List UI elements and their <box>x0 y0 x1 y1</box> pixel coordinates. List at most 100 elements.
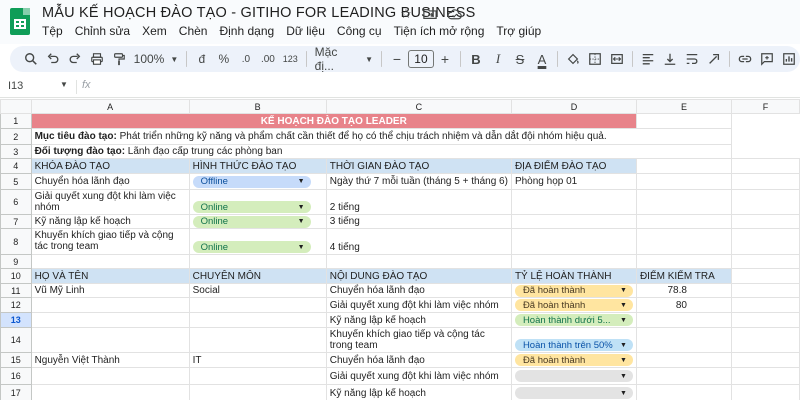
increase-decimal-button[interactable]: .00 <box>257 48 279 70</box>
cell[interactable] <box>30 297 190 313</box>
font-family-select[interactable]: Mặc đị... ▼ <box>311 45 377 73</box>
schedule-cell[interactable]: 4 tiếng <box>325 228 512 255</box>
sheet-title-cell[interactable]: KẾ HOẠCH ĐÀO TẠO LEADER <box>30 113 637 129</box>
search-menus-icon[interactable] <box>20 48 42 70</box>
menu-edit[interactable]: Chỉnh sửa <box>75 24 130 38</box>
italic-button[interactable]: I <box>487 48 509 70</box>
content-cell[interactable]: Kỹ năng lập kế hoạch <box>325 312 512 328</box>
menu-extensions[interactable]: Tiện ích mở rộng <box>394 24 485 38</box>
score-cell[interactable]: 80 <box>635 297 732 313</box>
row-header[interactable]: 5 <box>0 173 32 190</box>
cell[interactable] <box>730 214 800 229</box>
row-header[interactable]: 11 <box>0 283 32 298</box>
location-cell[interactable] <box>510 214 637 229</box>
specialty-cell[interactable]: IT <box>188 352 327 368</box>
cell[interactable] <box>635 214 732 229</box>
header-format[interactable]: HÌNH THỨC ĐÀO TẠO <box>188 158 327 174</box>
horizontal-align-icon[interactable] <box>637 48 659 70</box>
employee-name[interactable]: Vũ Mỹ Linh <box>30 283 190 298</box>
row-header[interactable]: 7 <box>0 214 32 229</box>
row-header[interactable]: 13 <box>0 312 32 328</box>
completion-cell[interactable]: Hoàn thành trên 50% ▼ <box>510 327 637 353</box>
cell[interactable] <box>325 254 512 269</box>
schedule-cell[interactable]: 2 tiếng <box>325 189 512 215</box>
row-header[interactable]: 8 <box>0 228 32 255</box>
score-cell[interactable]: 78.8 <box>635 283 732 298</box>
course-name[interactable]: Khuyến khích giao tiếp và cộng tác trong… <box>30 228 190 255</box>
content-cell[interactable]: Chuyển hóa lãnh đạo <box>325 352 512 368</box>
zoom-select[interactable]: 100% ▼ <box>130 48 182 70</box>
menu-file[interactable]: Tệp <box>42 24 63 38</box>
sheet-grid[interactable]: A B C D E F 1 KẾ HOẠCH ĐÀO TẠO LEADER 2 … <box>0 99 800 400</box>
row-header[interactable]: 3 <box>0 144 32 159</box>
cell[interactable] <box>730 312 800 328</box>
content-cell[interactable]: Khuyến khích giao tiếp và cộng tác trong… <box>325 327 512 353</box>
column-header-f[interactable]: F <box>730 99 800 114</box>
row-header[interactable]: 4 <box>0 158 32 174</box>
cell[interactable] <box>188 367 327 385</box>
completion-chip[interactable]: ▼ <box>514 370 633 382</box>
header-location[interactable]: ĐỊA ĐIỂM ĐÀO TẠO <box>510 158 637 174</box>
employee-name[interactable]: Nguyễn Việt Thành <box>30 352 190 368</box>
cloud-status-icon[interactable] <box>446 6 462 22</box>
header-score[interactable]: ĐIỂM KIỂM TRA <box>635 268 732 284</box>
location-cell[interactable]: Phòng họp 01 <box>510 173 637 190</box>
format-chip[interactable]: Online ▼ <box>192 201 311 213</box>
fill-color-icon[interactable] <box>562 48 584 70</box>
header-name[interactable]: HỌ VÀ TÊN <box>30 268 190 284</box>
header-schedule[interactable]: THỜI GIAN ĐÀO TẠO <box>325 158 512 174</box>
redo-icon[interactable] <box>64 48 86 70</box>
score-cell[interactable] <box>635 312 732 328</box>
cell[interactable] <box>30 384 190 400</box>
menu-view[interactable]: Xem <box>142 24 167 38</box>
row-header[interactable]: 14 <box>0 327 32 353</box>
text-rotation-icon[interactable] <box>703 48 725 70</box>
cell[interactable] <box>730 254 800 269</box>
course-name[interactable]: Chuyển hóa lãnh đạo <box>30 173 190 190</box>
cell[interactable] <box>730 352 800 368</box>
format-chip[interactable]: Online ▼ <box>192 241 311 253</box>
row-header[interactable]: 6 <box>0 189 32 215</box>
cell[interactable] <box>730 268 800 284</box>
cell[interactable] <box>30 254 190 269</box>
content-cell[interactable]: Giải quyết xung đột khi làm việc nhóm <box>325 297 512 313</box>
score-cell[interactable] <box>635 384 732 400</box>
header-course[interactable]: KHÓA ĐÀO TẠO <box>30 158 190 174</box>
location-cell[interactable] <box>510 228 637 255</box>
schedule-cell[interactable]: Ngày thứ 7 mỗi tuần (tháng 5 + tháng 6) <box>325 173 512 190</box>
row-header[interactable]: 10 <box>0 268 32 284</box>
text-color-button[interactable]: A <box>531 48 553 70</box>
header-completion[interactable]: TỶ LỆ HOÀN THÀNH <box>510 268 637 284</box>
cell[interactable] <box>635 158 732 174</box>
cell[interactable] <box>188 297 327 313</box>
header-content[interactable]: NỘI DUNG ĐÀO TẠO <box>325 268 512 284</box>
course-name[interactable]: Kỹ năng lập kế hoạch <box>30 214 190 229</box>
text-wrapping-icon[interactable] <box>681 48 703 70</box>
completion-chip[interactable]: Đã hoàn thành ▼ <box>514 299 633 311</box>
cell[interactable] <box>730 173 800 190</box>
insert-chart-icon[interactable] <box>778 48 800 70</box>
column-header-a[interactable]: A <box>30 99 190 114</box>
print-icon[interactable] <box>86 48 108 70</box>
menu-insert[interactable]: Chèn <box>179 24 208 38</box>
currency-format-button[interactable]: đ <box>191 48 213 70</box>
score-cell[interactable] <box>635 352 732 368</box>
menu-help[interactable]: Trợ giúp <box>496 24 541 38</box>
completion-cell[interactable]: ▼ <box>510 384 637 400</box>
move-folder-icon[interactable] <box>422 6 438 22</box>
insert-link-icon[interactable] <box>734 48 756 70</box>
content-cell[interactable]: Chuyển hóa lãnh đạo <box>325 283 512 298</box>
cell[interactable] <box>730 228 800 255</box>
chevron-down-icon[interactable]: ▼ <box>60 80 68 89</box>
column-header-b[interactable]: B <box>188 99 327 114</box>
format-cell[interactable]: Online ▼ <box>188 228 327 255</box>
cell[interactable] <box>730 384 800 400</box>
content-cell[interactable]: Kỹ năng lập kế hoạch <box>325 384 512 400</box>
cell[interactable] <box>730 327 800 353</box>
completion-cell[interactable]: Hoàn thành dưới 5... ▼ <box>510 312 637 328</box>
cell[interactable] <box>188 384 327 400</box>
score-cell[interactable] <box>635 327 732 353</box>
objective-cell[interactable]: Mục tiêu đào tạo: Phát triển những kỹ nă… <box>30 128 732 145</box>
course-name[interactable]: Giải quyết xung đột khi làm việc nhóm <box>30 189 190 215</box>
cell[interactable] <box>188 312 327 328</box>
